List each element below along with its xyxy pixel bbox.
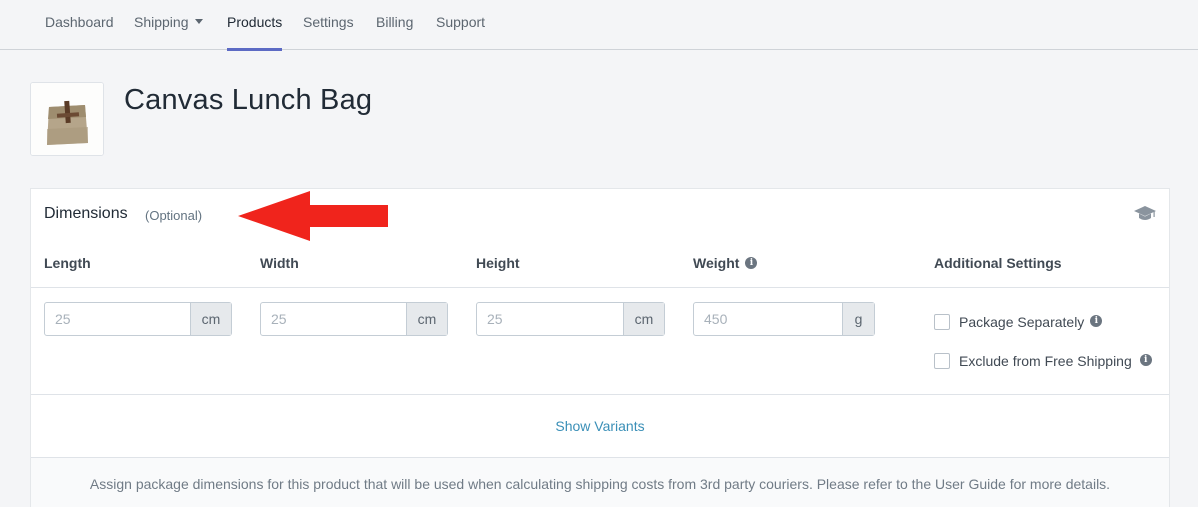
card-title: Dimensions <box>44 205 128 222</box>
height-label: Height <box>476 255 520 271</box>
exclude-free-shipping-label: Exclude from Free Shipping <box>959 353 1132 369</box>
length-field: cm <box>44 302 232 336</box>
divider <box>31 394 1169 395</box>
width-label: Width <box>260 255 299 271</box>
nav-shipping-label: Shipping <box>134 14 189 30</box>
nav-settings-label: Settings <box>303 14 354 30</box>
page-title: Canvas Lunch Bag <box>124 84 373 116</box>
optional-label: (Optional) <box>145 208 203 223</box>
graduation-cap-icon[interactable] <box>1133 205 1157 223</box>
additional-settings-label: Additional Settings <box>934 255 1062 271</box>
length-input[interactable] <box>45 303 190 335</box>
package-separately-option[interactable]: Package Separately i <box>934 314 1103 330</box>
height-unit: cm <box>623 303 664 335</box>
package-separately-label: Package Separately <box>959 314 1085 330</box>
nav-settings[interactable]: Settings <box>303 0 354 50</box>
width-unit: cm <box>406 303 447 335</box>
nav-support-label: Support <box>436 14 486 30</box>
nav-support[interactable]: Support <box>436 0 485 50</box>
weight-unit: g <box>842 303 874 335</box>
lunch-bag-image <box>31 83 103 155</box>
exclude-free-shipping-checkbox[interactable] <box>934 353 950 369</box>
nav-products[interactable]: Products <box>227 0 283 51</box>
weight-label-group: Weight i <box>693 255 758 271</box>
height-input[interactable] <box>477 303 623 335</box>
red-arrow-annotation <box>238 191 388 241</box>
show-variants-link[interactable]: Show Variants <box>31 418 1169 434</box>
divider <box>31 287 1169 288</box>
package-separately-checkbox[interactable] <box>934 314 950 330</box>
nav-dashboard-label: Dashboard <box>45 14 114 30</box>
width-field: cm <box>260 302 448 336</box>
weight-input[interactable] <box>694 303 842 335</box>
info-icon[interactable]: i <box>1090 315 1103 327</box>
nav-dashboard[interactable]: Dashboard <box>45 0 114 50</box>
top-navigation: Dashboard Shipping Products Settings Bil… <box>0 0 1198 51</box>
length-unit: cm <box>190 303 231 335</box>
exclude-free-shipping-option[interactable]: Exclude from Free Shipping i <box>934 353 1152 369</box>
weight-field: g <box>693 302 875 336</box>
caret-down-icon <box>194 18 203 24</box>
weight-label: Weight <box>693 255 740 271</box>
card-footer: Assign package dimensions for this produ… <box>31 458 1169 507</box>
info-icon[interactable]: i <box>745 257 758 270</box>
info-icon[interactable]: i <box>1139 354 1152 366</box>
width-input[interactable] <box>261 303 406 335</box>
nav-shipping-dropdown[interactable]: Shipping <box>134 0 203 50</box>
dimensions-card: Dimensions (Optional) Length Width Heigh… <box>30 188 1170 507</box>
height-field: cm <box>476 302 665 336</box>
length-label: Length <box>44 255 91 271</box>
product-thumbnail <box>30 82 104 156</box>
nav-billing-label: Billing <box>376 14 414 30</box>
footer-help-text: Assign package dimensions for this produ… <box>89 476 1111 492</box>
nav-billing[interactable]: Billing <box>376 0 413 50</box>
nav-products-label: Products <box>227 14 283 30</box>
